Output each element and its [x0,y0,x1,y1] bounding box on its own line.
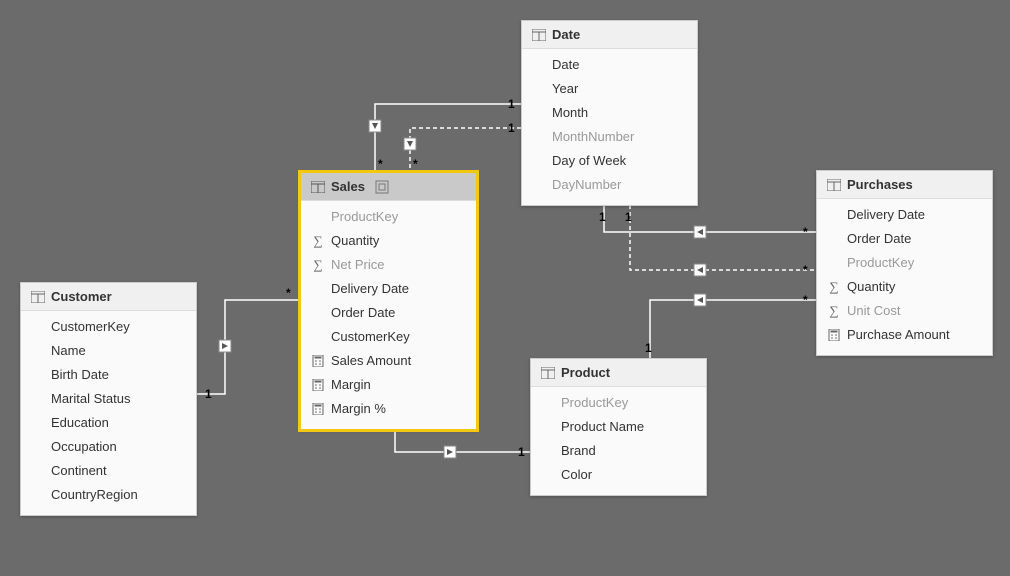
field[interactable]: Margin [301,373,476,397]
field[interactable]: ∑Quantity [301,229,476,253]
rel-customer-sales[interactable] [195,300,300,394]
field[interactable]: Delivery Date [817,203,992,227]
field[interactable]: Product Name [531,415,706,439]
field[interactable]: Education [21,411,196,435]
card-one: 1 [508,97,515,111]
rel-product-purchases[interactable] [650,300,816,358]
field[interactable]: Order Date [817,227,992,251]
card-one: 1 [205,387,212,401]
card-many: * [378,157,383,171]
field[interactable]: Marital Status [21,387,196,411]
table-date[interactable]: Date Date Year Month MonthNumber Day of … [521,20,698,206]
sigma-icon: ∑ [827,302,841,320]
sigma-icon: ∑ [827,278,841,296]
table-icon [532,29,546,41]
rel-date-sales-active[interactable] [375,104,521,172]
table-icon [311,181,325,193]
card-many: * [803,225,808,239]
field[interactable]: Brand [531,439,706,463]
field[interactable]: Delivery Date [301,277,476,301]
table-icon [827,179,841,191]
card-many: * [803,293,808,307]
table-header[interactable]: Customer [21,283,196,311]
table-customer[interactable]: Customer CustomerKey Name Birth Date Mar… [20,282,197,516]
card-one: 1 [645,341,652,355]
field[interactable]: DayNumber [522,173,697,197]
calculator-icon [311,355,325,367]
field[interactable]: Occupation [21,435,196,459]
field-list: CustomerKey Name Birth Date Marital Stat… [21,311,196,515]
sigma-icon: ∑ [311,256,325,274]
field[interactable]: ProductKey [531,391,706,415]
field[interactable]: ProductKey [301,205,476,229]
card-one: 1 [599,210,606,224]
field[interactable]: Birth Date [21,363,196,387]
field[interactable]: Purchase Amount [817,323,992,347]
card-many: * [286,286,291,300]
table-icon [31,291,45,303]
card-one: 1 [625,210,632,224]
sigma-icon: ∑ [311,232,325,250]
card-one: 1 [518,445,525,459]
field[interactable]: Margin % [301,397,476,421]
field-list: ProductKey Product Name Brand Color [531,387,706,495]
field[interactable]: Month [522,101,697,125]
rel-date-purchases-active[interactable] [604,205,816,232]
table-icon [541,367,555,379]
field[interactable]: Day of Week [522,149,697,173]
table-header[interactable]: Date [522,21,697,49]
field[interactable]: Year [522,77,697,101]
field[interactable]: ∑Net Price [301,253,476,277]
field[interactable]: Order Date [301,301,476,325]
calculator-icon [311,379,325,391]
card-one: 1 [508,121,515,135]
field[interactable]: ∑Unit Cost [817,299,992,323]
table-title: Product [561,365,610,380]
rel-date-sales-inactive[interactable] [410,128,521,172]
card-many: * [413,157,418,171]
field-list: ProductKey ∑Quantity ∑Net Price Delivery… [301,201,476,429]
field[interactable]: MonthNumber [522,125,697,149]
calculator-icon [311,403,325,415]
table-title: Sales [331,179,365,194]
field[interactable]: Name [21,339,196,363]
field[interactable]: Date [522,53,697,77]
table-header[interactable]: Sales [301,173,476,201]
field[interactable]: Continent [21,459,196,483]
field[interactable]: CustomerKey [21,315,196,339]
table-title: Customer [51,289,112,304]
table-sales[interactable]: Sales ProductKey ∑Quantity ∑Net Price De… [300,172,477,430]
table-purchases[interactable]: Purchases Delivery Date Order Date Produ… [816,170,993,356]
field[interactable]: CountryRegion [21,483,196,507]
card-many: * [803,263,808,277]
table-header[interactable]: Purchases [817,171,992,199]
table-header[interactable]: Product [531,359,706,387]
table-product[interactable]: Product ProductKey Product Name Brand Co… [530,358,707,496]
field[interactable]: Color [531,463,706,487]
table-title: Date [552,27,580,42]
table-title: Purchases [847,177,913,192]
field-list: Delivery Date Order Date ProductKey ∑Qua… [817,199,992,355]
field[interactable]: CustomerKey [301,325,476,349]
expand-icon[interactable] [375,180,389,194]
rel-date-purchases-inactive[interactable] [630,205,816,270]
field[interactable]: ProductKey [817,251,992,275]
field-list: Date Year Month MonthNumber Day of Week … [522,49,697,205]
field[interactable]: Sales Amount [301,349,476,373]
calculator-icon [827,329,841,341]
field[interactable]: ∑Quantity [817,275,992,299]
